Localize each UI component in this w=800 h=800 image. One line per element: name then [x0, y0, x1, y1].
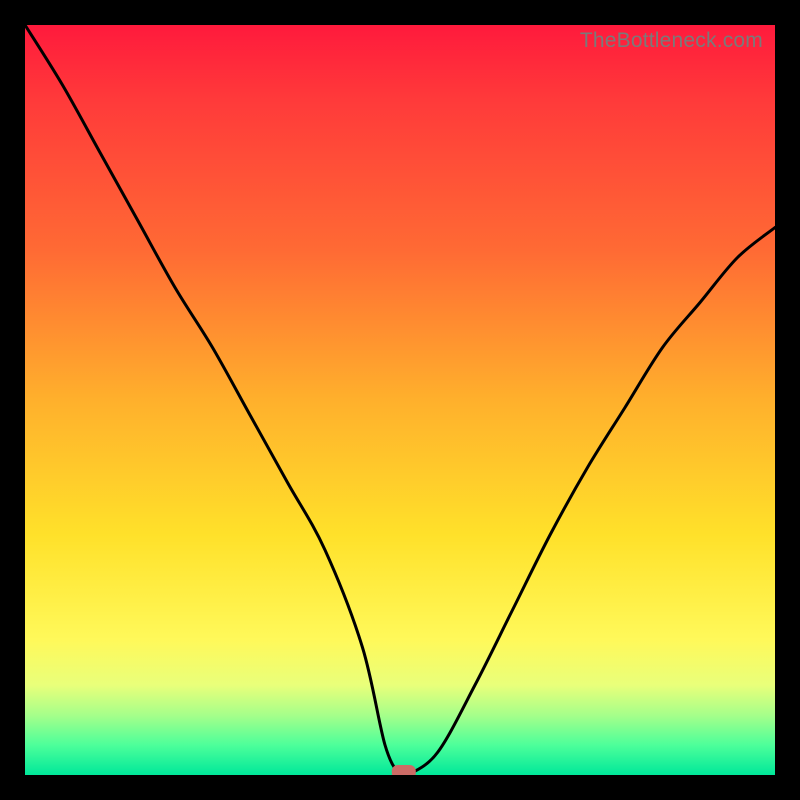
- optimal-marker: [392, 765, 416, 775]
- chart-frame: TheBottleneck.com: [0, 0, 800, 800]
- curve-layer: [25, 25, 775, 775]
- plot-area: TheBottleneck.com: [25, 25, 775, 775]
- bottleneck-curve: [25, 25, 775, 775]
